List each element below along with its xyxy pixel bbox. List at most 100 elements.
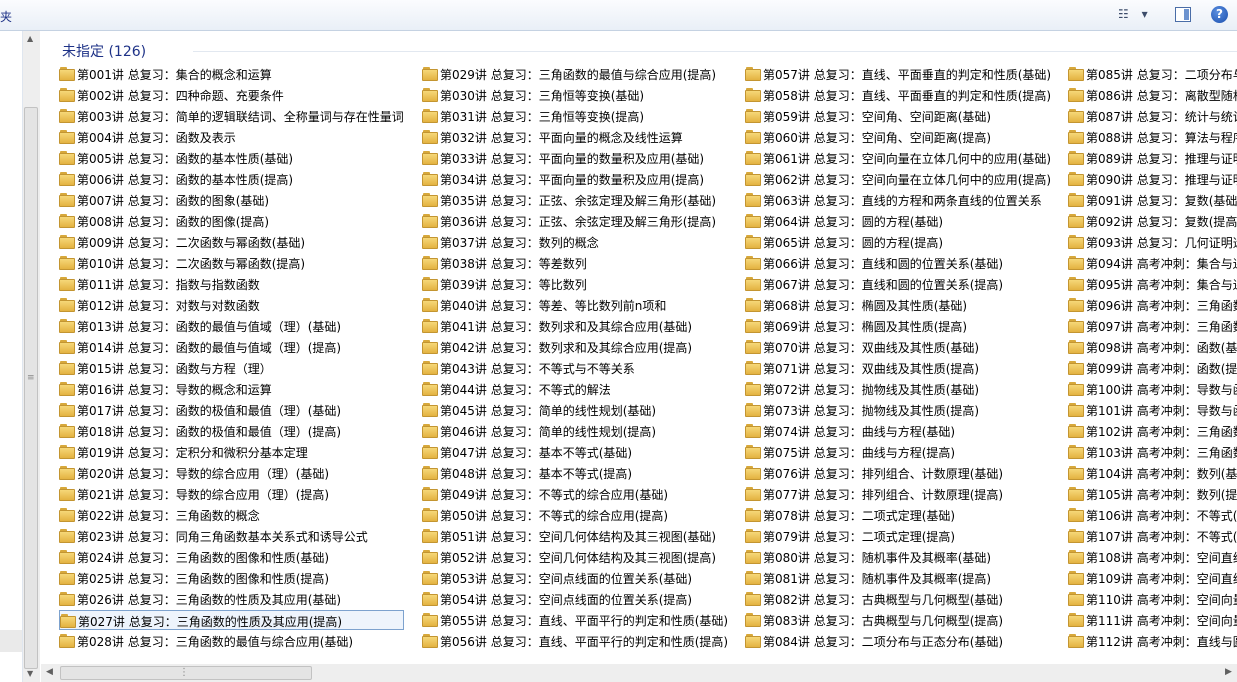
horizontal-scroll-thumb[interactable]: ⋮ bbox=[60, 666, 312, 680]
change-view-button[interactable]: ☷ ▾ bbox=[1118, 7, 1154, 23]
folder-item[interactable]: 第054讲 总复习：空间点线面的位置关系(提高) bbox=[422, 589, 737, 609]
preview-pane-button[interactable] bbox=[1175, 7, 1191, 22]
folder-item[interactable]: 第025讲 总复习：三角函数的图像和性质(提高) bbox=[59, 568, 404, 588]
folder-item[interactable]: 第100讲 高考冲刺：导数与函 bbox=[1068, 379, 1237, 399]
folder-item[interactable]: 第016讲 总复习：导数的概念和运算 bbox=[59, 379, 404, 399]
folder-item[interactable]: 第081讲 总复习：随机事件及其概率(提高) bbox=[745, 568, 1060, 588]
folder-item[interactable]: 第047讲 总复习：基本不等式(基础) bbox=[422, 442, 737, 462]
folder-item[interactable]: 第024讲 总复习：三角函数的图像和性质(基础) bbox=[59, 547, 404, 567]
folder-item[interactable]: 第112讲 高考冲刺：直线与圆 bbox=[1068, 631, 1237, 651]
folder-item[interactable]: 第041讲 总复习：数列求和及其综合应用(基础) bbox=[422, 316, 737, 336]
folder-item[interactable]: 第064讲 总复习：圆的方程(基础) bbox=[745, 211, 1060, 231]
folder-item[interactable]: 第046讲 总复习：简单的线性规划(提高) bbox=[422, 421, 737, 441]
folder-item[interactable]: 第042讲 总复习：数列求和及其综合应用(提高) bbox=[422, 337, 737, 357]
folder-item[interactable]: 第021讲 总复习：导数的综合应用（理）(提高) bbox=[59, 484, 404, 504]
folder-item[interactable]: 第035讲 总复习：正弦、余弦定理及解三角形(基础) bbox=[422, 190, 737, 210]
folder-item[interactable]: 第055讲 总复习：直线、平面平行的判定和性质(基础) bbox=[422, 610, 737, 630]
folder-item[interactable]: 第073讲 总复习：抛物线及其性质(提高) bbox=[745, 400, 1060, 420]
folder-item[interactable]: 第059讲 总复习：空间角、空间距离(基础) bbox=[745, 106, 1060, 126]
folder-item[interactable]: 第069讲 总复习：椭圆及其性质(提高) bbox=[745, 316, 1060, 336]
folder-item[interactable]: 第057讲 总复习：直线、平面垂直的判定和性质(基础) bbox=[745, 64, 1060, 84]
folder-item[interactable]: 第015讲 总复习：函数与方程（理） bbox=[59, 358, 404, 378]
folder-item[interactable]: 第020讲 总复习：导数的综合应用（理）(基础) bbox=[59, 463, 404, 483]
folder-item[interactable]: 第030讲 总复习：三角恒等变换(基础) bbox=[422, 85, 737, 105]
folder-item[interactable]: 第091讲 总复习：复数(基础 bbox=[1068, 190, 1237, 210]
folder-item[interactable]: 第037讲 总复习：数列的概念 bbox=[422, 232, 737, 252]
folder-item[interactable]: 第006讲 总复习：函数的基本性质(提高) bbox=[59, 169, 404, 189]
folder-item[interactable]: 第110讲 高考冲刺：空间向量 bbox=[1068, 589, 1237, 609]
scroll-down-arrow[interactable]: ▼ bbox=[27, 669, 33, 678]
toolbar-partial-label[interactable]: 夹 bbox=[0, 8, 12, 25]
folder-item[interactable]: 第087讲 总复习：统计与统计 bbox=[1068, 106, 1237, 126]
folder-item[interactable]: 第090讲 总复习：推理与证明 bbox=[1068, 169, 1237, 189]
folder-item[interactable]: 第004讲 总复习：函数及表示 bbox=[59, 127, 404, 147]
folder-item[interactable]: 第036讲 总复习：正弦、余弦定理及解三角形(提高) bbox=[422, 211, 737, 231]
folder-item[interactable]: 第002讲 总复习：四种命题、充要条件 bbox=[59, 85, 404, 105]
folder-item[interactable]: 第109讲 高考冲刺：空间直线 bbox=[1068, 568, 1237, 588]
folder-item[interactable]: 第074讲 总复习：曲线与方程(基础) bbox=[745, 421, 1060, 441]
folder-item[interactable]: 第072讲 总复习：抛物线及其性质(基础) bbox=[745, 379, 1060, 399]
folder-item[interactable]: 第003讲 总复习：简单的逻辑联结词、全称量词与存在性量词 bbox=[59, 106, 404, 126]
folder-item[interactable]: 第061讲 总复习：空间向量在立体几何中的应用(基础) bbox=[745, 148, 1060, 168]
scroll-up-arrow[interactable]: ▲ bbox=[27, 34, 33, 43]
folder-item[interactable]: 第060讲 总复习：空间角、空间距离(提高) bbox=[745, 127, 1060, 147]
folder-item[interactable]: 第010讲 总复习：二次函数与幂函数(提高) bbox=[59, 253, 404, 273]
folder-item[interactable]: 第045讲 总复习：简单的线性规划(基础) bbox=[422, 400, 737, 420]
folder-item[interactable]: 第067讲 总复习：直线和圆的位置关系(提高) bbox=[745, 274, 1060, 294]
folder-item[interactable]: 第101讲 高考冲刺：导数与函 bbox=[1068, 400, 1237, 420]
folder-item[interactable]: 第070讲 总复习：双曲线及其性质(基础) bbox=[745, 337, 1060, 357]
folder-item[interactable]: 第039讲 总复习：等比数列 bbox=[422, 274, 737, 294]
folder-item[interactable]: 第019讲 总复习：定积分和微积分基本定理 bbox=[59, 442, 404, 462]
folder-item[interactable]: 第086讲 总复习：离散型随机 bbox=[1068, 85, 1237, 105]
folder-item[interactable]: 第038讲 总复习：等差数列 bbox=[422, 253, 737, 273]
folder-item[interactable]: 第051讲 总复习：空间几何体结构及其三视图(基础) bbox=[422, 526, 737, 546]
folder-item[interactable]: 第022讲 总复习：三角函数的概念 bbox=[59, 505, 404, 525]
folder-item[interactable]: 第111讲 高考冲刺：空间向量 bbox=[1068, 610, 1237, 630]
folder-item[interactable]: 第096讲 高考冲刺：三角函数 bbox=[1068, 295, 1237, 315]
folder-item[interactable]: 第007讲 总复习：函数的图象(基础) bbox=[59, 190, 404, 210]
folder-item[interactable]: 第029讲 总复习：三角函数的最值与综合应用(提高) bbox=[422, 64, 737, 84]
folder-item[interactable]: 第058讲 总复习：直线、平面垂直的判定和性质(提高) bbox=[745, 85, 1060, 105]
folder-item[interactable]: 第032讲 总复习：平面向量的概念及线性运算 bbox=[422, 127, 737, 147]
folder-item[interactable]: 第084讲 总复习：二项分布与正态分布(基础) bbox=[745, 631, 1060, 651]
folder-item[interactable]: 第103讲 高考冲刺：三角函数 bbox=[1068, 442, 1237, 462]
folder-item[interactable]: 第005讲 总复习：函数的基本性质(基础) bbox=[59, 148, 404, 168]
folder-item[interactable]: 第034讲 总复习：平面向量的数量积及应用(提高) bbox=[422, 169, 737, 189]
folder-item[interactable]: 第092讲 总复习：复数(提高 bbox=[1068, 211, 1237, 231]
folder-item[interactable]: 第094讲 高考冲刺：集合与逻 bbox=[1068, 253, 1237, 273]
folder-item[interactable]: 第040讲 总复习：等差、等比数列前n项和 bbox=[422, 295, 737, 315]
folder-item[interactable]: 第075讲 总复习：曲线与方程(提高) bbox=[745, 442, 1060, 462]
folder-item[interactable]: 第108讲 高考冲刺：空间直线 bbox=[1068, 547, 1237, 567]
folder-item[interactable]: 第011讲 总复习：指数与指数函数 bbox=[59, 274, 404, 294]
nav-selected-item[interactable] bbox=[0, 630, 22, 652]
folder-item[interactable]: 第106讲 高考冲刺：不等式( bbox=[1068, 505, 1237, 525]
folder-item[interactable]: 第027讲 总复习：三角函数的性质及其应用(提高) bbox=[59, 610, 404, 630]
folder-item[interactable]: 第017讲 总复习：函数的极值和最值（理）(基础) bbox=[59, 400, 404, 420]
folder-item[interactable]: 第071讲 总复习：双曲线及其性质(提高) bbox=[745, 358, 1060, 378]
vertical-scroll-thumb[interactable] bbox=[24, 107, 38, 669]
horizontal-scrollbar[interactable]: ◀ ⋮ ▶ bbox=[41, 664, 1237, 682]
group-header[interactable]: 未指定 (126) bbox=[62, 41, 146, 61]
navigation-pane[interactable] bbox=[0, 31, 23, 682]
folder-item[interactable]: 第031讲 总复习：三角恒等变换(提高) bbox=[422, 106, 737, 126]
folder-item[interactable]: 第052讲 总复习：空间几何体结构及其三视图(提高) bbox=[422, 547, 737, 567]
folder-item[interactable]: 第105讲 高考冲刺：数列(提 bbox=[1068, 484, 1237, 504]
folder-item[interactable]: 第095讲 高考冲刺：集合与逻 bbox=[1068, 274, 1237, 294]
folder-item[interactable]: 第097讲 高考冲刺：三角函数 bbox=[1068, 316, 1237, 336]
folder-item[interactable]: 第048讲 总复习：基本不等式(提高) bbox=[422, 463, 737, 483]
folder-item[interactable]: 第079讲 总复习：二项式定理(提高) bbox=[745, 526, 1060, 546]
folder-item[interactable]: 第076讲 总复习：排列组合、计数原理(基础) bbox=[745, 463, 1060, 483]
folder-item[interactable]: 第009讲 总复习：二次函数与幂函数(基础) bbox=[59, 232, 404, 252]
folder-item[interactable]: 第066讲 总复习：直线和圆的位置关系(基础) bbox=[745, 253, 1060, 273]
folder-item[interactable]: 第050讲 总复习：不等式的综合应用(提高) bbox=[422, 505, 737, 525]
folder-item[interactable]: 第018讲 总复习：函数的极值和最值（理）(提高) bbox=[59, 421, 404, 441]
folder-item[interactable]: 第062讲 总复习：空间向量在立体几何中的应用(提高) bbox=[745, 169, 1060, 189]
folder-item[interactable]: 第013讲 总复习：函数的最值与值域（理）(基础) bbox=[59, 316, 404, 336]
folder-item[interactable]: 第033讲 总复习：平面向量的数量积及应用(基础) bbox=[422, 148, 737, 168]
folder-item[interactable]: 第043讲 总复习：不等式与不等关系 bbox=[422, 358, 737, 378]
folder-item[interactable]: 第077讲 总复习：排列组合、计数原理(提高) bbox=[745, 484, 1060, 504]
chevron-down-icon[interactable]: ▾ bbox=[1142, 7, 1148, 21]
folder-item[interactable]: 第014讲 总复习：函数的最值与值域（理）(提高) bbox=[59, 337, 404, 357]
file-list[interactable]: 未指定 (126) 第001讲 总复习：集合的概念和运算 第002讲 总复习：四种… bbox=[41, 31, 1237, 664]
folder-item[interactable]: 第085讲 总复习：二项分布与 bbox=[1068, 64, 1237, 84]
